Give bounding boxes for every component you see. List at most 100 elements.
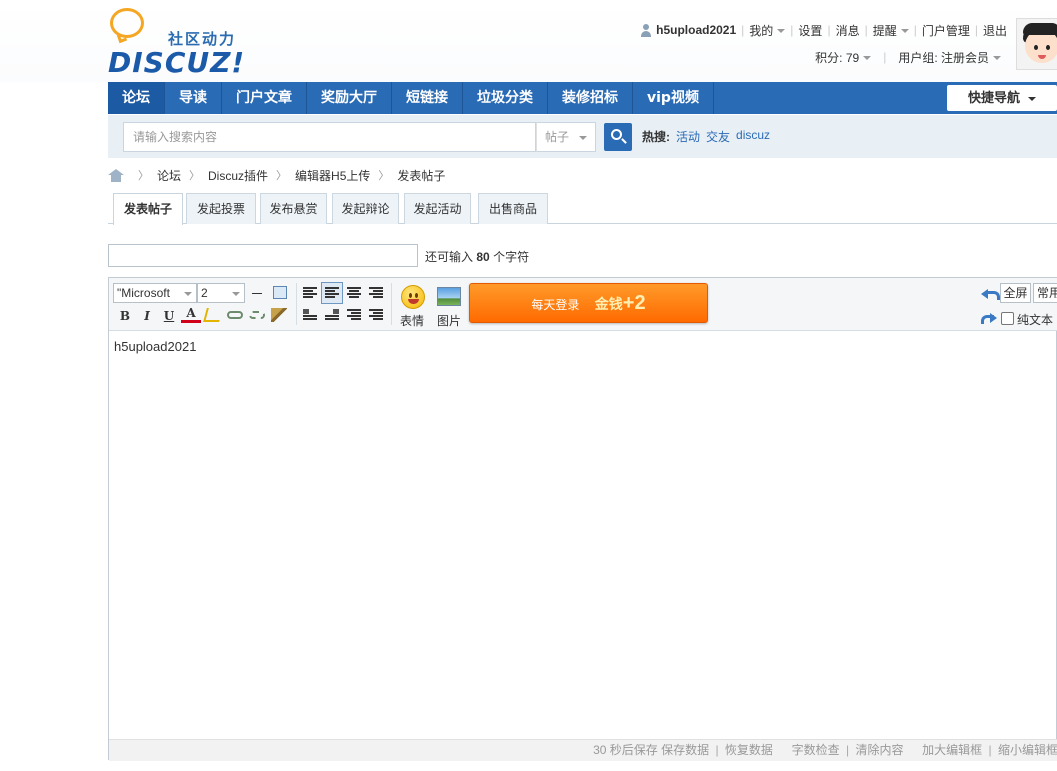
daily-login-banner[interactable]: 每天登录 金钱+2 — [469, 283, 708, 323]
font-family-select[interactable]: "Microsoft — [113, 283, 197, 303]
nav-item-garbage[interactable]: 垃圾分类 — [463, 82, 548, 114]
breadcrumb-editor-h5[interactable]: 编辑器H5上传 — [295, 167, 370, 184]
separator: | — [988, 743, 992, 757]
hot-link-dating[interactable]: 交友 — [706, 128, 730, 145]
highlight-icon[interactable] — [203, 308, 223, 322]
fullscreen-button[interactable]: 全屏 — [1000, 283, 1031, 303]
search-input[interactable]: 请输入搜索内容 — [123, 122, 536, 152]
usergroup-label: 用户组: 注册会员 — [898, 50, 989, 65]
ordered-list-icon[interactable] — [347, 309, 361, 321]
editor-footer-actions: 30 秒后保存 保存数据 | 恢复数据 字数检查 | 清除内容 加大编辑框 | … — [593, 740, 1057, 760]
editor-statusbar: 30 秒后保存 保存数据 | 恢复数据 字数检查 | 清除内容 加大编辑框 | … — [109, 739, 1057, 761]
italic-button[interactable]: I — [137, 306, 157, 326]
tab-debate[interactable]: 发起辩论 — [332, 193, 399, 224]
search-type-label: 帖子 — [545, 130, 570, 144]
unordered-list-icon[interactable] — [369, 309, 383, 321]
search-button[interactable] — [604, 123, 632, 151]
emoji-label[interactable]: 表情 — [400, 312, 424, 329]
hot-search: 热搜: 活动 交友 discuz — [642, 128, 770, 145]
unlink-icon[interactable] — [249, 311, 265, 319]
separator: | — [827, 23, 831, 37]
align-left-icon[interactable] — [303, 287, 317, 299]
separator: | — [790, 23, 794, 37]
nav-item-forum[interactable]: 论坛 — [108, 82, 165, 114]
user-stats: 积分: 79 | 用户组: 注册会员 — [815, 48, 1001, 66]
editor-content[interactable]: h5upload2021 — [114, 339, 196, 354]
site-header: 社区动力 DISCUZ! h5upload2021 | 我的 | 设置 | 消息… — [0, 0, 1057, 82]
reminder-menu[interactable]: 提醒 — [873, 22, 909, 39]
plain-text-label[interactable]: 纯文本 — [1017, 311, 1053, 328]
points-menu[interactable]: 积分: 79 — [815, 49, 872, 66]
caret-down-icon — [777, 29, 786, 34]
settings-link[interactable]: 设置 — [798, 22, 822, 39]
separator: | — [913, 23, 917, 37]
search-type-select[interactable]: 帖子 — [536, 122, 596, 152]
chevron-right-icon: 〉 — [138, 170, 149, 182]
editor-toolbar: "Microsoft 2 B I U A 表情 图片 每天登录 金钱+2 全屏 … — [109, 278, 1057, 331]
nav-item-portal[interactable]: 门户文章 — [222, 82, 307, 114]
undo-icon[interactable] — [981, 287, 1000, 300]
emoji-icon[interactable] — [401, 285, 425, 309]
search-icon-handle — [621, 138, 627, 144]
clear-content-link[interactable]: 清除内容 — [855, 743, 903, 757]
site-logo[interactable]: 社区动力 DISCUZ! — [108, 8, 248, 79]
enlarge-editor-link[interactable]: 加大编辑框 — [922, 743, 982, 757]
bold-button[interactable]: B — [115, 306, 135, 326]
table-icon[interactable] — [273, 286, 287, 299]
hot-link-discuz[interactable]: discuz — [736, 128, 770, 145]
hint-count: 80 — [476, 250, 490, 264]
caret-down-icon — [232, 292, 240, 296]
shrink-editor-link[interactable]: 缩小编辑框 — [998, 743, 1057, 757]
redo-icon[interactable] — [981, 311, 997, 324]
quick-nav-button[interactable]: 快捷导航 — [947, 85, 1057, 111]
caret-down-icon — [579, 136, 587, 140]
messages-link[interactable]: 消息 — [836, 22, 860, 39]
tab-activity[interactable]: 发起活动 — [404, 193, 471, 224]
hot-link-activity[interactable]: 活动 — [676, 128, 700, 145]
font-size-select[interactable]: 2 — [197, 283, 245, 303]
align-center-icon[interactable] — [347, 287, 361, 299]
image-icon[interactable] — [437, 287, 461, 306]
breadcrumb-plugin[interactable]: Discuz插件 — [208, 167, 268, 184]
save-data-link[interactable]: 保存数据 — [661, 743, 709, 757]
nav-item-guide[interactable]: 导读 — [165, 82, 222, 114]
separator: | — [883, 50, 887, 64]
caret-down-icon — [184, 292, 192, 296]
horizontal-rule-icon[interactable] — [252, 293, 262, 294]
tab-poll[interactable]: 发起投票 — [186, 193, 256, 224]
nav-item-renovation[interactable]: 装修招标 — [548, 82, 633, 114]
float-left-icon[interactable] — [303, 309, 317, 321]
hot-search-label: 热搜: — [642, 130, 670, 144]
link-icon[interactable] — [227, 311, 243, 319]
separator: | — [845, 743, 850, 757]
align-right-icon[interactable] — [369, 287, 383, 299]
logout-link[interactable]: 退出 — [983, 22, 1007, 39]
font-family-value: "Microsoft — [117, 286, 170, 300]
portal-admin-link[interactable]: 门户管理 — [922, 22, 970, 39]
tab-new-thread[interactable]: 发表帖子 — [113, 193, 183, 225]
font-color-button[interactable]: A — [181, 305, 201, 323]
nav-item-shortlink[interactable]: 短链接 — [392, 82, 463, 114]
nav-item-rewards[interactable]: 奖励大厅 — [307, 82, 392, 114]
plain-text-checkbox[interactable] — [1001, 312, 1014, 325]
home-icon[interactable] — [108, 168, 124, 182]
my-menu[interactable]: 我的 — [749, 22, 786, 39]
caret-down-icon — [1028, 96, 1036, 101]
avatar[interactable] — [1016, 18, 1057, 70]
post-editor: "Microsoft 2 B I U A 表情 图片 每天登录 金钱+2 全屏 … — [108, 277, 1057, 761]
username-link[interactable]: h5upload2021 — [656, 23, 736, 37]
nav-item-vip-video[interactable]: vip视频 — [633, 82, 714, 114]
usergroup-menu[interactable]: 用户组: 注册会员 — [898, 49, 1001, 66]
chevron-right-icon: 〉 — [378, 170, 390, 182]
word-check-link[interactable]: 字数检查 — [792, 743, 840, 757]
breadcrumb-forum[interactable]: 论坛 — [157, 167, 181, 184]
clear-format-icon[interactable] — [271, 308, 287, 322]
underline-button[interactable]: U — [159, 306, 179, 326]
tab-reward[interactable]: 发布悬赏 — [260, 193, 327, 224]
tab-sell[interactable]: 出售商品 — [478, 193, 548, 224]
restore-data-link[interactable]: 恢复数据 — [725, 743, 773, 757]
float-right-icon[interactable] — [325, 309, 339, 321]
common-button[interactable]: 常用 — [1033, 283, 1057, 303]
subject-input[interactable] — [108, 244, 418, 267]
image-label[interactable]: 图片 — [437, 312, 461, 329]
